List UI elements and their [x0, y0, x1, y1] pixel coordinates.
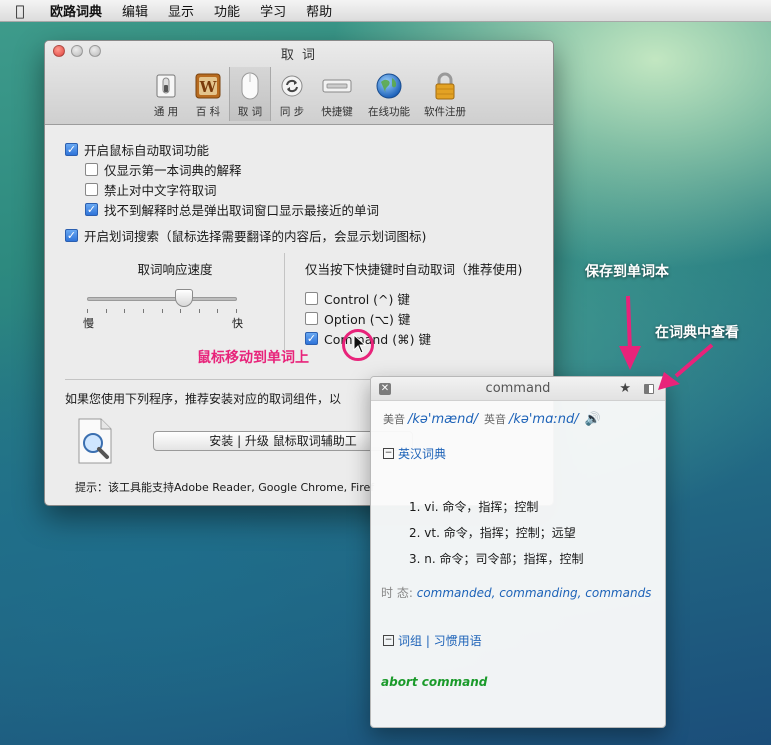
checkbox-unchecked[interactable]	[85, 182, 98, 196]
disable-chinese-label: 禁止对中文字符取词	[104, 182, 217, 198]
phrases-section-title: 词组 | 习惯用语	[398, 634, 482, 648]
phrases-section-header[interactable]: − 词组 | 习惯用语	[383, 632, 665, 649]
menu-function[interactable]: 功能	[204, 1, 250, 20]
enable-mouse-label: 开启鼠标自动取词功能	[84, 142, 210, 158]
sync-icon	[277, 71, 307, 101]
slider-ticks	[87, 309, 237, 313]
tab-capture[interactable]: 取 词	[229, 67, 271, 121]
collapse-icon[interactable]: −	[383, 635, 394, 646]
definitions-list: 1. vi. 命令，指挥；控制 2. vt. 命令，指挥；控制；远望 3. n.…	[371, 498, 665, 576]
wiki-icon: W	[193, 71, 223, 101]
phrase-item[interactable]: abort command	[381, 675, 665, 689]
disable-chinese-checkbox[interactable]: 禁止对中文字符取词	[85, 179, 533, 199]
mouse-pointer-icon	[353, 334, 367, 354]
control-key-label: Control (^) 键	[324, 291, 410, 307]
window-title: 取 词	[280, 48, 318, 63]
tab-wiki-label: 百 科	[195, 106, 221, 118]
slow-label: 慢	[83, 317, 94, 330]
speed-slider[interactable]	[87, 288, 237, 308]
uk-phonetic: /kə'mɑːnd/	[508, 411, 579, 427]
lookup-popup: ✕ command ★ 美音 /kə'mænd/ 英音 /kə'mɑːnd/ 🔊…	[370, 376, 666, 728]
apple-menu-icon[interactable]: 	[0, 2, 40, 20]
definition-item: 3. n. 命令；司令部；指挥，控制	[409, 552, 584, 566]
show-closest-checkbox[interactable]: ✓ 找不到解释时总是弹出取词窗口显示最接近的单词	[85, 199, 533, 219]
move-annotation: 鼠标移动到单词上	[197, 350, 309, 366]
tense-value[interactable]: commanded, commanding, commands	[417, 586, 652, 600]
keyboard-icon	[322, 71, 352, 101]
lock-icon	[430, 71, 460, 101]
column-divider	[284, 253, 285, 353]
us-phonetic: /kə'mænd/	[408, 411, 478, 427]
show-closest-label: 找不到解释时总是弹出取词窗口显示最接近的单词	[104, 202, 380, 218]
checkbox-unchecked[interactable]	[305, 291, 318, 305]
menu-edit[interactable]: 编辑	[112, 1, 158, 20]
tab-general[interactable]: 通 用	[145, 67, 187, 121]
menu-app-name[interactable]: 欧路词典	[40, 1, 112, 20]
slider-knob[interactable]	[175, 289, 193, 307]
window-titlebar: 取 词 通 用 W 百 科 取 词 同 步 快捷键 在线功能 软件注册	[45, 41, 553, 125]
enable-mouse-checkbox[interactable]: ✓ 开启鼠标自动取词功能	[65, 139, 533, 159]
slider-track[interactable]	[87, 297, 237, 301]
definition-item: 2. vt. 命令，指挥；控制；远望	[409, 526, 576, 540]
mouse-icon	[235, 71, 265, 101]
tense-row: 时 态: commanded, commanding, commands	[371, 584, 665, 602]
control-key-checkbox[interactable]: Control (^) 键	[305, 288, 553, 308]
checkbox-unchecked[interactable]	[305, 311, 318, 325]
collapse-icon[interactable]: −	[383, 448, 394, 459]
star-icon[interactable]: ★	[619, 381, 631, 396]
menu-view[interactable]: 显示	[158, 1, 204, 20]
tab-register[interactable]: 软件注册	[417, 67, 473, 121]
checkbox-unchecked[interactable]	[85, 162, 98, 176]
menu-learn[interactable]: 学习	[250, 1, 296, 20]
enable-selection-label: 开启划词搜索（鼠标选择需要翻译的内容后，会显示划词图标)	[84, 228, 427, 244]
checkbox-checked[interactable]: ✓	[65, 142, 78, 156]
tab-sync-label: 同 步	[279, 106, 305, 118]
menu-bar:  欧路词典 编辑 显示 功能 学习 帮助	[0, 0, 771, 22]
tense-label: 时 态:	[381, 586, 413, 600]
tab-online-label: 在线功能	[368, 106, 410, 118]
tab-general-label: 通 用	[153, 106, 179, 118]
command-key-label: Command (⌘) 键	[324, 331, 431, 347]
option-key-label: Option (⌥) 键	[324, 311, 411, 327]
globe-icon	[374, 71, 404, 101]
speaker-icon[interactable]: 🔊	[585, 412, 601, 427]
tab-sync[interactable]: 同 步	[271, 67, 313, 121]
first-dict-only-checkbox[interactable]: 仅显示第一本词典的解释	[85, 159, 533, 179]
svg-text:W: W	[199, 78, 218, 96]
menu-help[interactable]: 帮助	[296, 1, 342, 20]
speed-section: 取词响应速度 慢 快	[65, 259, 285, 331]
dict-section-header[interactable]: − 英汉词典	[383, 445, 665, 462]
speed-title: 取词响应速度	[137, 262, 213, 277]
lookup-annotation: 在词典中查看	[655, 325, 739, 341]
uk-label: 英音	[483, 413, 506, 426]
pronunciation-row: 美音 /kə'mænd/ 英音 /kə'mɑːnd/ 🔊	[371, 401, 665, 427]
tab-wiki[interactable]: W 百 科	[187, 67, 229, 121]
document-search-icon	[73, 417, 117, 465]
tab-hotkeys[interactable]: 快捷键	[313, 67, 361, 121]
tab-register-label: 软件注册	[424, 106, 466, 118]
checkbox-checked[interactable]: ✓	[85, 202, 98, 216]
definition-item: 1. vi. 命令，指挥；控制	[409, 500, 539, 514]
us-label: 美音	[383, 413, 405, 426]
hotkey-section: 仅当按下快捷键时自动取词（推荐使用) Control (^) 键 Option …	[305, 259, 553, 348]
tab-online[interactable]: 在线功能	[361, 67, 417, 121]
fast-label: 快	[232, 317, 243, 330]
tab-capture-label: 取 词	[237, 106, 263, 118]
preferences-toolbar: 通 用 W 百 科 取 词 同 步 快捷键 在线功能 软件注册	[145, 67, 473, 121]
dict-section-title: 英汉词典	[398, 447, 447, 461]
checkbox-checked[interactable]: ✓	[65, 228, 78, 242]
save-annotation: 保存到单词本	[585, 264, 669, 280]
enable-selection-checkbox[interactable]: ✓ 开启划词搜索（鼠标选择需要翻译的内容后，会显示划词图标)	[65, 225, 533, 245]
checkbox-checked[interactable]: ✓	[305, 331, 318, 345]
option-key-checkbox[interactable]: Option (⌥) 键	[305, 308, 553, 328]
tab-hotkeys-label: 快捷键	[321, 106, 353, 118]
first-dict-only-label: 仅显示第一本词典的解释	[104, 162, 242, 178]
popup-header: ✕ command ★	[371, 377, 665, 401]
slider-labels: 慢 快	[83, 315, 243, 331]
book-icon[interactable]	[643, 383, 655, 395]
hotkey-title: 仅当按下快捷键时自动取词（推荐使用)	[305, 262, 523, 277]
switch-icon	[151, 71, 181, 101]
